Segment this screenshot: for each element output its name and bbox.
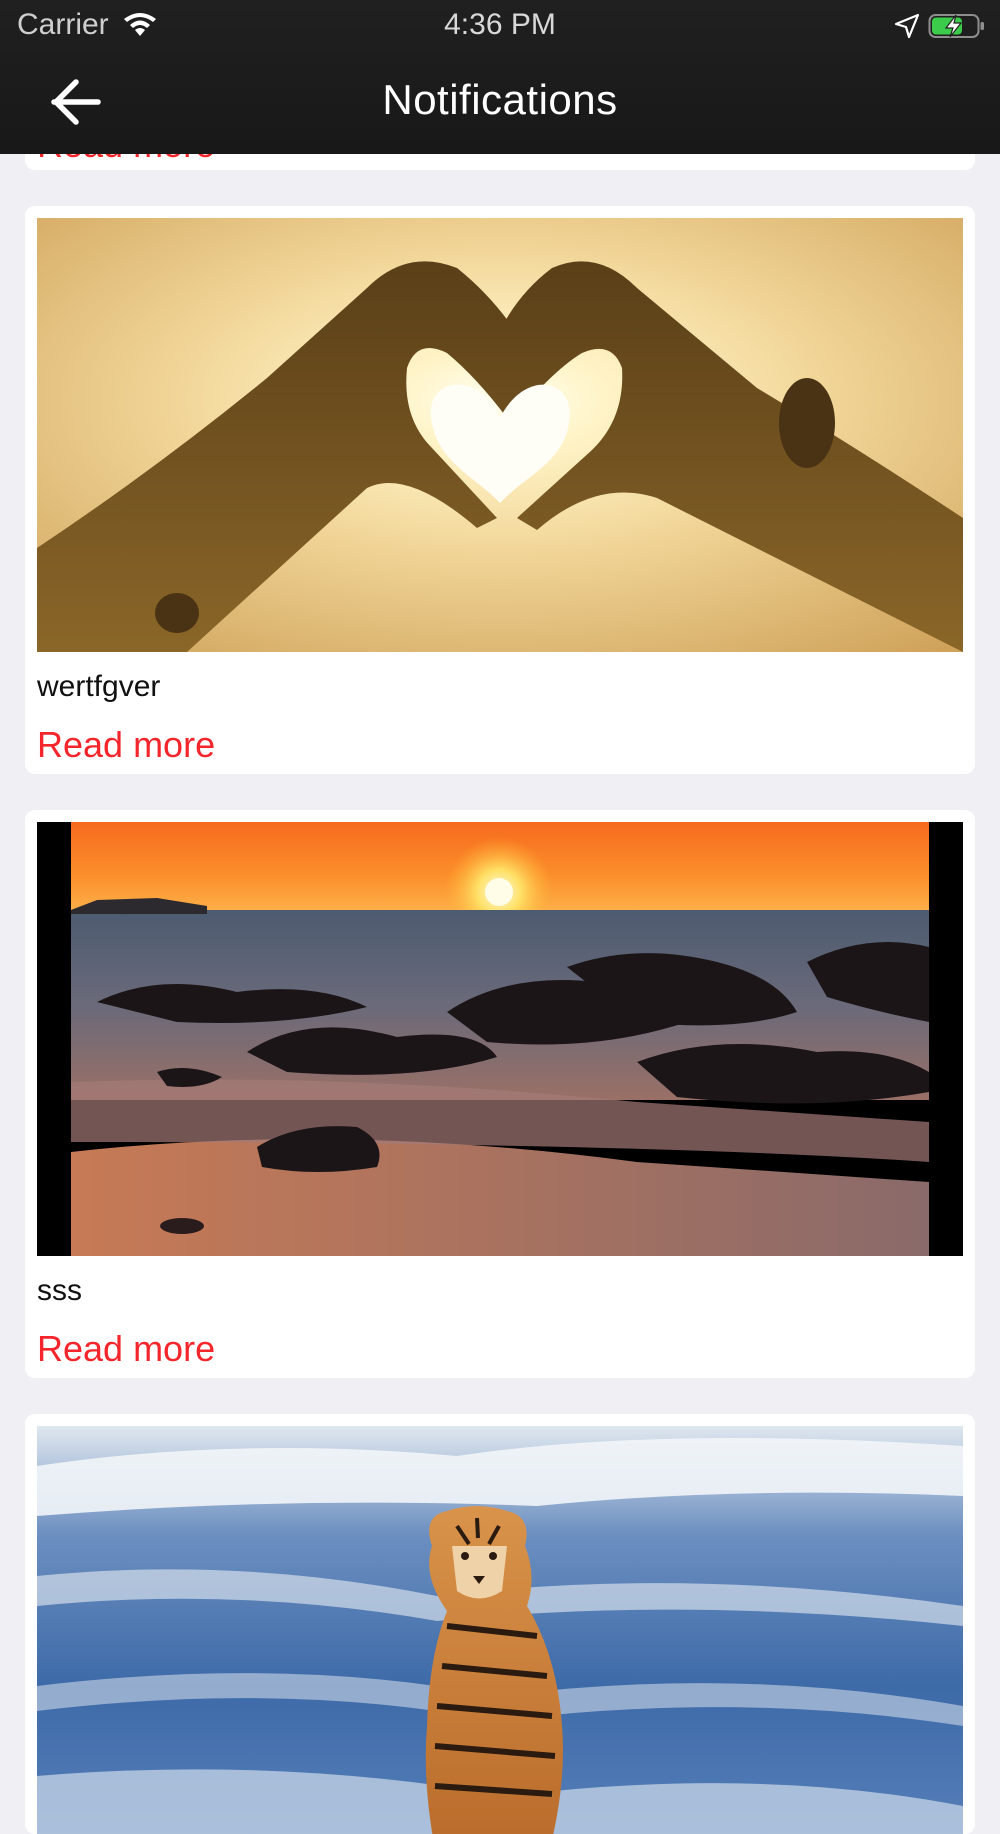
notification-image-heart-hands [37, 218, 963, 652]
notification-title: wertfgver [37, 670, 161, 703]
read-more-link[interactable]: Read more [37, 724, 215, 766]
location-arrow-icon [894, 13, 920, 39]
battery-charging-icon [928, 14, 984, 38]
notification-card[interactable]: wertfgver Read more [25, 206, 975, 774]
status-bar: Carrier 4:36 PM [0, 0, 1000, 50]
notification-title: sss [37, 1274, 82, 1307]
nav-bar: Notifications [0, 50, 1000, 154]
page-title: Notifications [382, 76, 618, 123]
notification-card[interactable]: sss Read more [25, 810, 975, 1378]
notification-image-tiger-snow [37, 1426, 963, 1834]
notification-card[interactable] [25, 1414, 975, 1834]
top-bar: Carrier 4:36 PM Notifications [0, 0, 1000, 154]
notification-image-beach-sunset [37, 822, 963, 1256]
read-more-link[interactable]: Read more [37, 1328, 215, 1370]
status-time: 4:36 PM [444, 8, 556, 41]
